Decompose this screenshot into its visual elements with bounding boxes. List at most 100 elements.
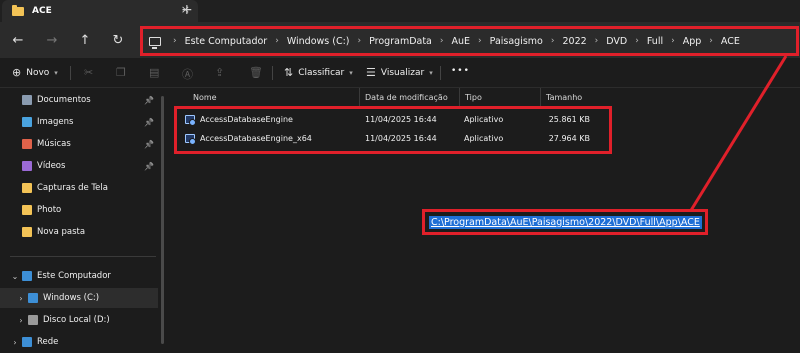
breadcrumb-item[interactable]: Full — [647, 36, 663, 47]
breadcrumb-item[interactable]: Paisagismo — [490, 36, 543, 47]
chevron-right-icon[interactable]: › — [275, 36, 279, 46]
tab-ace[interactable]: ACE × — [2, 0, 198, 22]
new-label: Novo — [26, 67, 50, 78]
sidebar-item-label: Imagens — [37, 117, 74, 127]
chevron-right-icon[interactable]: › — [709, 36, 713, 46]
pin-icon[interactable]: 📌 — [144, 96, 154, 105]
view-icon: ☰ — [366, 66, 376, 79]
file-size: 27.964 KB — [548, 133, 590, 143]
tab-title: ACE — [32, 6, 52, 16]
column-header-name[interactable]: Nome — [193, 90, 217, 104]
pin-icon[interactable]: 📌 — [144, 140, 154, 149]
chevron-right-icon[interactable]: › — [635, 36, 639, 46]
back-icon[interactable]: ← — [8, 30, 28, 50]
column-header-size[interactable]: Tamanho — [546, 90, 582, 104]
sidebar-scrollbar[interactable] — [161, 96, 164, 344]
view-button[interactable]: ☰ Visualizar ▾ — [366, 66, 433, 79]
file-modified: 11/04/2025 16:44 — [365, 114, 437, 124]
tree-item-2[interactable]: › Disco Local (D:) — [0, 310, 158, 330]
file-row[interactable]: AccessDatabaseEngine_x64 11/04/2025 16:44… — [182, 129, 602, 147]
videos-icon — [22, 161, 32, 171]
breadcrumb-item[interactable]: ACE — [721, 36, 740, 47]
forward-icon[interactable]: → — [42, 30, 62, 50]
tree-item-3[interactable]: › Rede — [0, 332, 158, 352]
column-divider[interactable] — [459, 88, 460, 106]
up-icon[interactable]: ↑ — [75, 30, 95, 50]
folder-icon — [22, 183, 32, 193]
breadcrumb-item[interactable]: 2022 — [562, 36, 586, 47]
breadcrumb-item[interactable]: DVD — [606, 36, 627, 47]
sidebar-item-3[interactable]: Vídeos 📌 — [0, 156, 158, 176]
music-icon — [22, 139, 32, 149]
chevron-right-icon[interactable]: › — [551, 36, 555, 46]
new-button[interactable]: ⊕ Novo ▾ — [12, 66, 58, 79]
chevron-right-icon[interactable]: › — [595, 36, 599, 46]
column-divider[interactable] — [540, 88, 541, 106]
divider — [272, 66, 273, 80]
sidebar-item-label: Músicas — [37, 139, 71, 149]
file-type: Aplicativo — [464, 114, 504, 124]
chevron-down-icon: ▾ — [429, 68, 433, 77]
folder-icon — [12, 4, 24, 16]
chevron-down-icon: ▾ — [54, 68, 58, 77]
tree-item-1[interactable]: › Windows (C:) — [0, 288, 158, 308]
cut-icon[interactable]: ✂ — [84, 66, 93, 79]
chevron-right-icon[interactable]: › — [14, 316, 28, 325]
breadcrumb-item[interactable]: Este Computador — [185, 36, 268, 47]
sidebar-item-label: Capturas de Tela — [37, 183, 108, 193]
folder-icon — [22, 205, 32, 215]
computer-icon — [22, 271, 32, 281]
sidebar-item-2[interactable]: Músicas 📌 — [0, 134, 158, 154]
plus-circle-icon: ⊕ — [12, 66, 22, 79]
sidebar-item-6[interactable]: Nova pasta — [0, 222, 158, 242]
chevron-right-icon[interactable]: › — [478, 36, 482, 46]
tree-item-label: Disco Local (D:) — [43, 315, 110, 325]
application-icon — [185, 133, 196, 145]
column-divider[interactable] — [359, 88, 360, 106]
new-tab-icon[interactable]: + — [181, 2, 193, 18]
chevron-right-icon[interactable]: › — [440, 36, 444, 46]
share-icon[interactable]: ⇪ — [215, 66, 224, 79]
command-bar: ⊕ Novo ▾ ✂ ❐ ▤ Ⓐ ⇪ 🗑 ⇅ Classificar ▾ ☰ V… — [0, 58, 800, 88]
breadcrumb: › Este Computador › Windows (C:) › ProgramDat… — [165, 36, 740, 47]
sidebar-item-5[interactable]: Photo — [0, 200, 158, 220]
network-icon — [22, 337, 32, 347]
more-options-icon[interactable]: ••• — [451, 66, 470, 76]
address-bar[interactable]: › Este Computador › Windows (C:) › ProgramDat… — [140, 26, 799, 56]
delete-icon[interactable]: 🗑 — [249, 66, 263, 79]
file-size: 25.861 KB — [548, 114, 590, 124]
breadcrumb-item[interactable]: AuE — [452, 36, 471, 47]
sidebar-item-1[interactable]: Imagens 📌 — [0, 112, 158, 132]
chevron-right-icon[interactable]: › — [173, 36, 177, 46]
chevron-right-icon[interactable]: › — [671, 36, 675, 46]
refresh-icon[interactable]: ↻ — [108, 30, 128, 50]
pin-icon[interactable]: 📌 — [144, 162, 154, 171]
chevron-right-icon[interactable]: › — [8, 338, 22, 347]
application-icon — [185, 114, 196, 126]
copy-icon[interactable]: ❐ — [116, 66, 126, 79]
path-text[interactable]: C:\ProgramData\AuE\Paisagismo\2022\DVD\F… — [429, 215, 702, 229]
sidebar-item-label: Vídeos — [37, 161, 66, 171]
sidebar-item-0[interactable]: Documentos 📌 — [0, 90, 158, 110]
pictures-icon — [22, 117, 32, 127]
pin-icon[interactable]: 📌 — [144, 118, 154, 127]
chevron-down-icon[interactable]: ⌄ — [8, 272, 22, 281]
documents-icon — [22, 95, 32, 105]
breadcrumb-item[interactable]: Windows (C:) — [287, 36, 350, 47]
tree-item-label: Windows (C:) — [43, 293, 100, 303]
column-header-modified[interactable]: Data de modificação — [365, 90, 448, 104]
tree-item-0[interactable]: ⌄ Este Computador — [0, 266, 158, 286]
breadcrumb-item[interactable]: App — [683, 36, 702, 47]
chevron-right-icon[interactable]: › — [14, 294, 28, 303]
chevron-down-icon: ▾ — [349, 68, 353, 77]
column-header-type[interactable]: Tipo — [465, 90, 482, 104]
file-row[interactable]: AccessDatabaseEngine 11/04/2025 16:44 Apli… — [182, 110, 602, 128]
paste-icon[interactable]: ▤ — [149, 66, 159, 79]
rename-icon[interactable]: Ⓐ — [182, 66, 193, 82]
sidebar-item-label: Documentos — [37, 95, 91, 105]
sort-button[interactable]: ⇅ Classificar ▾ — [284, 66, 353, 79]
sidebar-item-4[interactable]: Capturas de Tela — [0, 178, 158, 198]
breadcrumb-item[interactable]: ProgramData — [369, 36, 432, 47]
computer-icon — [149, 36, 161, 49]
chevron-right-icon[interactable]: › — [358, 36, 362, 46]
